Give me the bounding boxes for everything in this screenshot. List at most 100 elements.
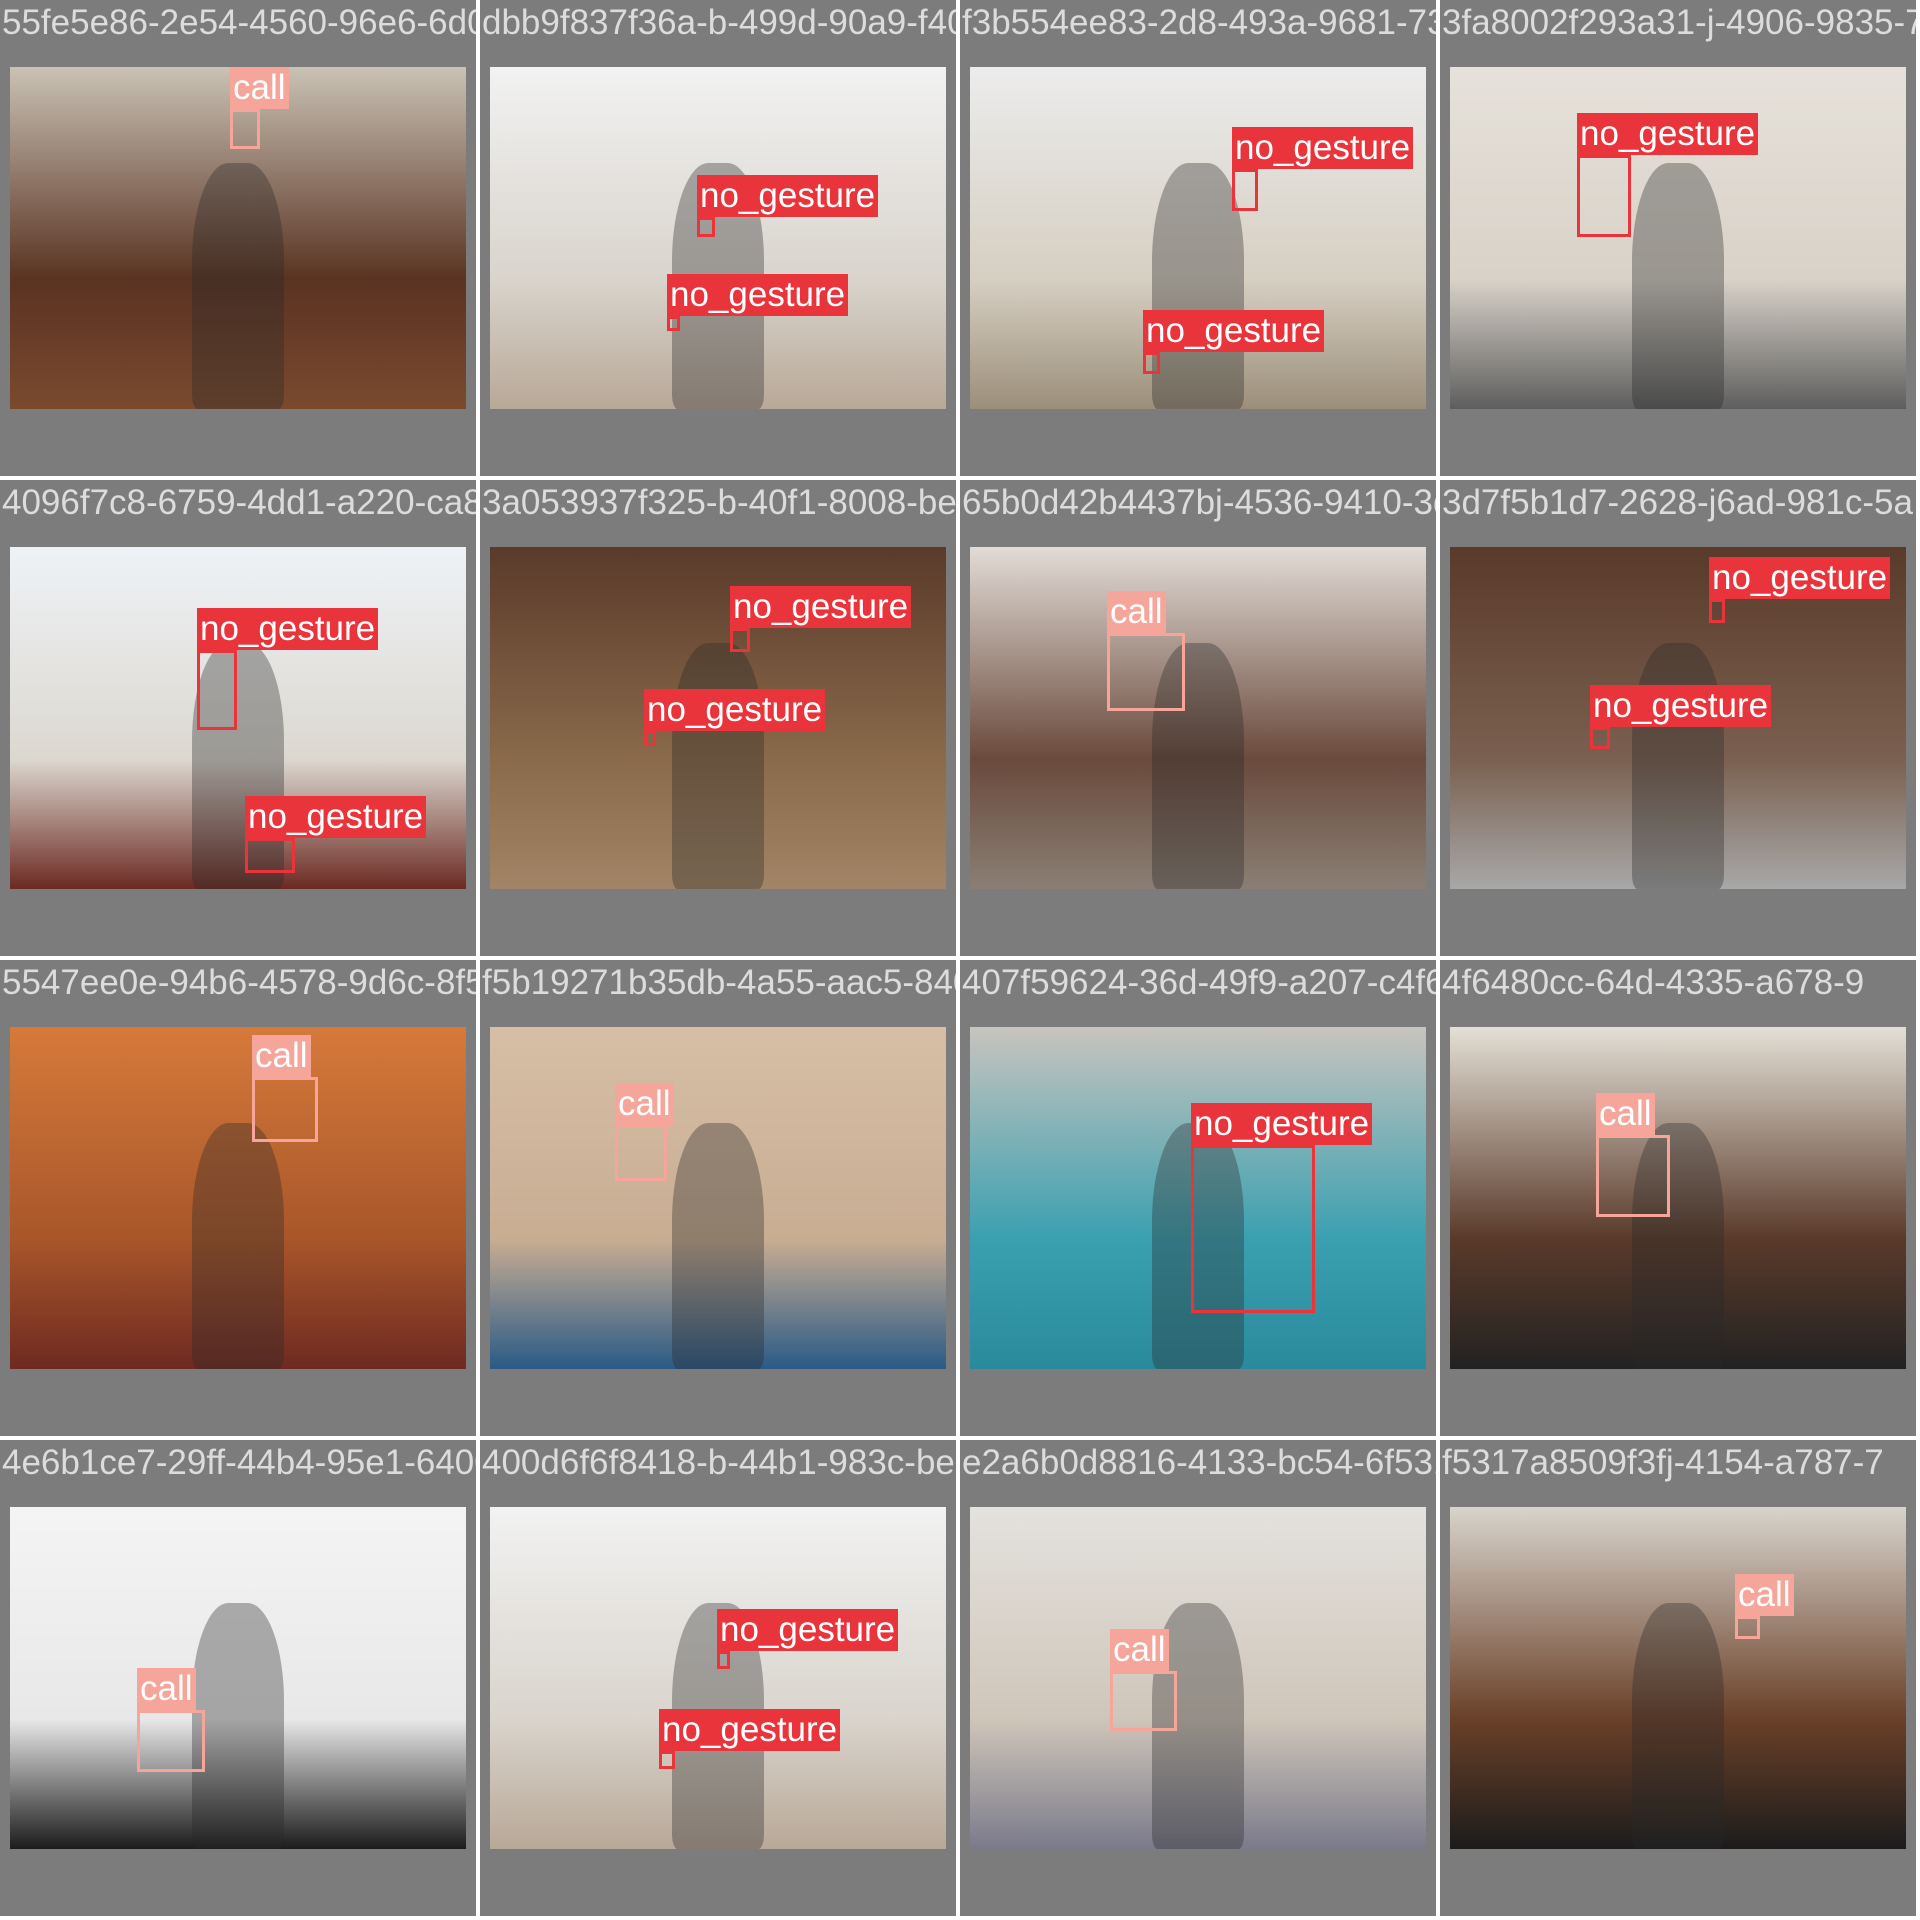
detection-label: no_gesture	[1143, 310, 1325, 352]
detection-label: no_gesture	[667, 274, 849, 316]
image-tile: 4e6b1ce7-29ff-44b4-95e1-6400d6f6f8418-b-…	[0, 1440, 476, 1916]
detection-label: no_gesture	[717, 1609, 899, 1651]
photo: no_gesture no_gesture	[490, 1507, 946, 1849]
person-silhouette	[192, 1602, 284, 1849]
detection-label: no_gesture	[1590, 685, 1772, 727]
person-silhouette	[672, 642, 764, 889]
detection-label: call	[615, 1083, 674, 1125]
bounding-box	[1232, 169, 1258, 211]
detection-label: no_gesture	[1232, 127, 1414, 169]
person-silhouette	[672, 1122, 764, 1369]
image-filename: f5317a8509f3fj-4154-a787-7	[1442, 1443, 1884, 1482]
bounding-box	[1143, 352, 1160, 374]
image-tile: 3d7f5b1d7-2628-j6ad-981c-5a no_gesture no_…	[1440, 480, 1916, 956]
photo: no_gesture no_gesture	[970, 67, 1426, 409]
bounding-box	[659, 1751, 675, 1769]
bounding-box	[1596, 1135, 1670, 1217]
detection-label: no_gesture	[1709, 557, 1891, 599]
detection-label: call	[230, 67, 289, 109]
person-silhouette	[1152, 162, 1244, 409]
image-tile: 55fe5e86-2e54-4560-96e6-6d0b9f237f36c.jp…	[0, 0, 476, 476]
image-tile: 400d6f6f8418-b-44b1-983c-be2a6b0d8816-41…	[480, 1440, 956, 1916]
photo: no_gesture no_gesture	[490, 547, 946, 889]
image-tile: f3b554ee83-2d8-493a-9681-73a8002f29ca31.…	[960, 0, 1436, 476]
bounding-box	[1110, 1671, 1177, 1731]
detection-label: call	[252, 1035, 311, 1077]
bounding-box	[245, 838, 295, 873]
image-tile: 5547ee0e-94b6-4578-9d6c-8f5b19271b35db-4…	[0, 960, 476, 1436]
detection-label: no_gesture	[1577, 113, 1759, 155]
detection-label: no_gesture	[245, 796, 427, 838]
person-silhouette	[1632, 1602, 1724, 1849]
bounding-box	[230, 109, 260, 149]
image-filename: e2a6b0d8816-4133-bc54-6f5317a8509f3fj-41…	[962, 1443, 1436, 1482]
bounding-box	[697, 217, 715, 237]
person-silhouette	[1632, 642, 1724, 889]
photo: call	[10, 1027, 466, 1369]
image-filename: 3fa8002f293a31-j-4906-9835-7	[1442, 3, 1916, 42]
photo: no_gesture	[1450, 67, 1906, 409]
person-silhouette	[192, 162, 284, 409]
photo: no_gesture	[970, 1027, 1426, 1369]
image-filename: 4f6480cc-64d-4335-a678-9	[1442, 963, 1865, 1002]
person-silhouette	[192, 1122, 284, 1369]
bounding-box	[615, 1125, 667, 1181]
detection-label: no_gesture	[659, 1709, 841, 1751]
detection-label: call	[1110, 1629, 1169, 1671]
image-filename: 4096f7c8-6759-4dd1-a220-ca8d53937f325-b-…	[2, 483, 476, 522]
detection-label: call	[1735, 1574, 1794, 1616]
bounding-box	[1735, 1616, 1760, 1639]
bounding-box	[1107, 633, 1185, 711]
detection-label: no_gesture	[730, 586, 912, 628]
detection-label: no_gesture	[1191, 1103, 1373, 1145]
bounding-box	[1590, 727, 1610, 749]
image-filename: f5b19271b35db-4a55-aac5-8407f59624-36d-4…	[482, 963, 956, 1002]
image-filename: 55fe5e86-2e54-4560-96e6-6d0b9f237f36c.jp…	[2, 3, 476, 42]
image-filename: 3a053937f325-b-40f1-8008-be65b0d42b4437b…	[482, 483, 956, 522]
photo: call	[970, 1507, 1426, 1849]
photo: call	[10, 67, 466, 409]
detection-grid: 55fe5e86-2e54-4560-96e6-6d0b9f237f36c.jp…	[0, 0, 1920, 1920]
photo: call	[490, 1027, 946, 1369]
bounding-box	[1709, 599, 1725, 623]
bounding-box	[137, 1710, 205, 1772]
image-tile: e2a6b0d8816-4133-bc54-6f5317a8509f3fj-41…	[960, 1440, 1436, 1916]
bounding-box	[1577, 155, 1631, 237]
image-tile: 4096f7c8-6759-4dd1-a220-ca8d53937f325-b-…	[0, 480, 476, 956]
bounding-box	[667, 316, 680, 331]
bounding-box	[1191, 1145, 1315, 1313]
photo: call	[10, 1507, 466, 1849]
photo: call	[970, 547, 1426, 889]
photo: no_gesture no_gesture	[490, 67, 946, 409]
bounding-box	[730, 628, 750, 652]
image-tile: dbb9f837f36a-b-499d-90a9-f40a54ee8-3d8.j…	[480, 0, 956, 476]
detection-label: no_gesture	[697, 175, 879, 217]
detection-label: no_gesture	[644, 689, 826, 731]
image-tile: f5317a8509f3fj-4154-a787-7 call	[1440, 1440, 1916, 1916]
image-filename: 407f59624-36d-49f9-a207-c4f6480cc-64d-43…	[962, 963, 1436, 1002]
bounding-box	[197, 650, 237, 730]
photo: call	[1450, 1507, 1906, 1849]
detection-label: no_gesture	[197, 608, 379, 650]
detection-label: call	[1596, 1093, 1655, 1135]
detection-label: call	[1107, 591, 1166, 633]
bounding-box	[644, 731, 656, 746]
bounding-box	[252, 1077, 318, 1142]
image-filename: 400d6f6f8418-b-44b1-983c-be2a6b0d8816-41…	[482, 1443, 956, 1482]
image-tile: f5b19271b35db-4a55-aac5-8407f59624-36d-4…	[480, 960, 956, 1436]
image-filename: 3d7f5b1d7-2628-j6ad-981c-5a	[1442, 483, 1913, 522]
image-filename: dbb9f837f36a-b-499d-90a9-f40a54ee8-3d8.j…	[482, 3, 956, 42]
person-silhouette	[1632, 162, 1724, 409]
image-tile: 3a053937f325-b-40f1-8008-be65b0d42b4437b…	[480, 480, 956, 956]
image-filename: 65b0d42b4437bj-4536-9410-3d7f5b1d7-2628-…	[962, 483, 1436, 522]
photo: no_gesture no_gesture	[10, 547, 466, 889]
image-filename: 5547ee0e-94b6-4578-9d6c-8f5b19271b35db-4…	[2, 963, 476, 1002]
image-tile: 407f59624-36d-49f9-a207-c4f6480cc-64d-43…	[960, 960, 1436, 1436]
image-filename: f3b554ee83-2d8-493a-9681-73a8002f29ca31.…	[962, 3, 1436, 42]
bounding-box	[717, 1651, 730, 1669]
image-tile: 65b0d42b4437bj-4536-9410-3d7f5b1d7-2628-…	[960, 480, 1436, 956]
image-filename: 4e6b1ce7-29ff-44b4-95e1-6400d6f6f8418-b-…	[2, 1443, 476, 1482]
detection-label: call	[137, 1668, 196, 1710]
image-tile: 3fa8002f293a31-j-4906-9835-7 no_gesture	[1440, 0, 1916, 476]
photo: call	[1450, 1027, 1906, 1369]
